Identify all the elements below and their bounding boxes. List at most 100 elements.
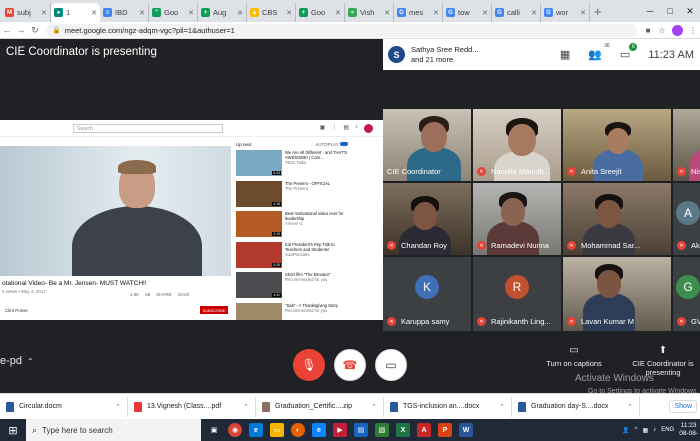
participant-tile[interactable]: ✕ Ramadevi Nunna bbox=[473, 183, 561, 255]
close-tab-icon[interactable]: ✕ bbox=[482, 9, 488, 17]
participant-tile[interactable]: ✕ Mohammad Sar... bbox=[563, 183, 671, 255]
participant-tile[interactable]: ✕ Nisha bbox=[673, 109, 700, 181]
suggested-video[interactable]: 3:15 Best motivational video ever for lea… bbox=[236, 211, 348, 240]
participant-tile[interactable]: CIE Coordinator bbox=[383, 109, 471, 181]
channel-name[interactable]: Clint Pulver bbox=[5, 308, 28, 313]
browser-tab[interactable]: Gwor ✕ bbox=[541, 3, 590, 22]
participant-tile[interactable]: K ✕ Karuppa samy bbox=[383, 257, 471, 331]
volume-icon[interactable]: ♪ bbox=[653, 427, 656, 433]
save-button[interactable]: SAVE bbox=[178, 292, 190, 297]
forward-icon[interactable]: → bbox=[14, 25, 28, 35]
download-item[interactable]: 13.Vignesh (Class....pdf ⌃ bbox=[128, 396, 256, 417]
browser-tab[interactable]: ▲ CBS ✕ bbox=[247, 3, 296, 22]
close-tab-icon[interactable]: ✕ bbox=[580, 9, 586, 17]
browser-tab[interactable]: ≡ IBD ✕ bbox=[100, 3, 149, 22]
language-indicator[interactable]: ENG bbox=[661, 427, 674, 433]
photos-icon[interactable]: ▧ bbox=[375, 423, 389, 437]
acrobat-icon[interactable]: A bbox=[417, 423, 431, 437]
close-tab-icon[interactable]: ✕ bbox=[286, 9, 292, 17]
close-tab-icon[interactable]: ✕ bbox=[531, 9, 537, 17]
chevron-up-icon[interactable]: ⌃ bbox=[627, 403, 633, 411]
close-tab-icon[interactable]: ✕ bbox=[139, 9, 145, 17]
youtube-search-input[interactable]: Search bbox=[73, 124, 223, 133]
firefox-icon[interactable]: ◐ bbox=[291, 423, 305, 437]
participant-tile[interactable]: A ✕ Akanks bbox=[673, 183, 700, 255]
subscribe-button[interactable]: SUBSCRIBE bbox=[200, 306, 228, 314]
chrome-icon[interactable]: ◉ bbox=[228, 423, 242, 437]
video-player[interactable] bbox=[0, 146, 231, 276]
bookmark-star-icon[interactable]: ☆ bbox=[655, 26, 669, 35]
close-tab-icon[interactable]: ✕ bbox=[188, 9, 194, 17]
browser-tab[interactable]: ≈ Vish ✕ bbox=[345, 3, 394, 22]
meeting-details[interactable]: e-pd ⌃ bbox=[0, 355, 34, 367]
task-view-icon[interactable]: ▣ bbox=[207, 423, 221, 437]
layout-grid-icon[interactable]: ▦ bbox=[560, 48, 570, 61]
video-thumbnail[interactable]: 6:54 bbox=[236, 302, 282, 320]
close-tab-icon[interactable]: ✕ bbox=[237, 9, 243, 17]
messages-icon[interactable]: ▤ bbox=[343, 124, 349, 133]
maximize-icon[interactable]: □ bbox=[660, 0, 680, 22]
app-icon[interactable]: ▤ bbox=[354, 423, 368, 437]
profile-avatar[interactable] bbox=[672, 24, 683, 36]
microphone-toggle-button[interactable]: 🎙 bbox=[293, 349, 325, 381]
download-item[interactable]: Graduation day-S....docx ⌃ bbox=[512, 396, 640, 417]
participant-tile[interactable]: ✕ Anita Sreejit bbox=[563, 109, 671, 181]
windows-start-icon[interactable]: ⊞ bbox=[0, 419, 26, 441]
participant-tile[interactable]: ✕ Lavan Kumar M bbox=[563, 257, 671, 331]
word-icon[interactable]: W bbox=[459, 423, 473, 437]
video-thumbnail[interactable]: 4:18 bbox=[236, 180, 282, 207]
notifications-icon[interactable]: ♪ bbox=[355, 124, 358, 133]
participant-tile[interactable]: R ✕ Rajinikanth Ling... bbox=[473, 257, 561, 331]
browser-tab[interactable]: Gtow ✕ bbox=[443, 3, 492, 22]
video-thumbnail[interactable]: 4:41 bbox=[236, 272, 282, 298]
suggested-video[interactable]: 6:43 We Are All Different - and THAT'S AW… bbox=[236, 150, 348, 179]
close-tab-icon[interactable]: ✕ bbox=[91, 9, 97, 17]
reload-icon[interactable]: ↻ bbox=[28, 25, 42, 36]
dislike-button[interactable]: 66 bbox=[145, 292, 150, 297]
chevron-up-icon[interactable]: ⌃ bbox=[499, 403, 505, 411]
browser-tab[interactable]: Msubj ✕ bbox=[2, 3, 51, 22]
suggested-video[interactable]: 4:18 The Present - OFFICIAL The Present bbox=[236, 180, 348, 210]
taskbar-search-input[interactable]: ⌕ Type here to search bbox=[26, 419, 201, 441]
chat-icon[interactable]: ▭ 6 bbox=[620, 43, 638, 61]
leave-call-button[interactable]: ☎ bbox=[334, 349, 366, 381]
browser-tab[interactable]: ● 1 ✕ bbox=[51, 3, 100, 22]
participant-tile[interactable]: ✕ Nandita Maunth... bbox=[473, 109, 561, 181]
upload-icon[interactable]: ▣ bbox=[320, 124, 326, 133]
url-input[interactable]: 🔒 meet.google.com/ngz-adqm-vgc?pli=1&aut… bbox=[46, 23, 637, 37]
like-button[interactable]: 1.9K bbox=[130, 292, 139, 297]
close-tab-icon[interactable]: ✕ bbox=[41, 9, 47, 17]
share-button[interactable]: SHARE bbox=[156, 292, 172, 297]
powerpoint-icon[interactable]: P bbox=[438, 423, 452, 437]
video-thumbnail[interactable]: 6:43 bbox=[236, 150, 282, 176]
minimize-icon[interactable]: ─ bbox=[640, 0, 660, 22]
browser-tab[interactable]: Gcalli ✕ bbox=[492, 3, 541, 22]
chevron-up-icon[interactable]: ⌃ bbox=[371, 403, 377, 411]
network-icon[interactable]: ▦ bbox=[643, 427, 649, 434]
edge-icon[interactable]: e bbox=[249, 423, 263, 437]
people-icon[interactable]: 👥 36 bbox=[588, 43, 609, 61]
chevron-up-icon[interactable]: ⌃ bbox=[243, 403, 249, 411]
close-tab-icon[interactable]: ✕ bbox=[433, 9, 439, 17]
participant-tile[interactable]: G ✕ GVRS bbox=[673, 257, 700, 331]
close-tab-icon[interactable]: ✕ bbox=[384, 9, 390, 17]
autoplay-toggle[interactable] bbox=[340, 142, 348, 146]
new-tab-button[interactable]: + bbox=[594, 4, 602, 19]
youtube-avatar[interactable] bbox=[364, 124, 373, 133]
menu-kebab-icon[interactable]: ⋮ bbox=[686, 26, 700, 35]
browser-tab[interactable]: Gmes ✕ bbox=[394, 3, 443, 22]
suggested-video[interactable]: 6:54"Salt" - A Thanksgiving StoryRecomme… bbox=[236, 302, 348, 320]
camera-toggle-button[interactable]: ▭ bbox=[375, 349, 407, 381]
tray-chevron-icon[interactable]: ^ bbox=[635, 427, 638, 433]
suggested-video[interactable]: 3:26 Kid President's Pep Talk to Teachers… bbox=[236, 241, 348, 271]
file-explorer-icon[interactable]: ▭ bbox=[270, 423, 284, 437]
taskbar-clock[interactable]: 11:23 08-08- bbox=[679, 422, 698, 438]
apps-icon[interactable]: ⋮ bbox=[331, 124, 337, 133]
chevron-up-icon[interactable]: ⌃ bbox=[115, 403, 121, 411]
participant-tile[interactable]: ✕ Chandan Roy bbox=[383, 183, 471, 255]
browser-tab[interactable]: " Goo ✕ bbox=[149, 3, 198, 22]
show-all-button[interactable]: Show bbox=[669, 400, 697, 413]
media-icon[interactable]: ▶ bbox=[333, 423, 347, 437]
download-item[interactable]: Circular.docm ⌃ bbox=[0, 396, 128, 417]
video-thumbnail[interactable]: 3:15 bbox=[236, 211, 282, 237]
